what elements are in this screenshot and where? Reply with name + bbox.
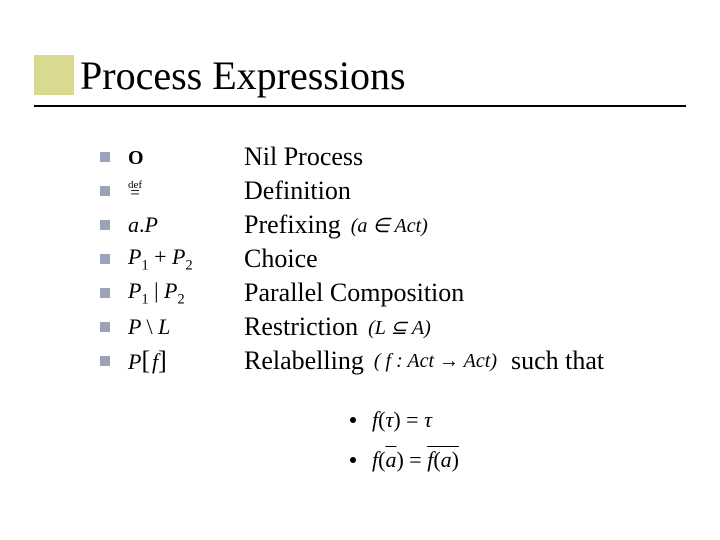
slide-title: Process Expressions [80,54,680,98]
expression: P[ f] [128,348,244,374]
annotation: ( f : Act → Act) [374,350,497,373]
expression: P1 | P2 [128,280,244,307]
slide: Process Expressions ONil Processdef=Defi… [0,0,720,540]
list-item: P1 + P2Choice [100,242,690,276]
list-item: P1 | P2Parallel Composition [100,276,690,310]
description: Relabelling [244,346,364,376]
expression: O [128,146,244,168]
annotation: (L ⊆ A) [368,315,431,340]
description: Restriction [244,312,358,342]
description: Parallel Composition [244,278,464,308]
square-bullet-icon [100,288,110,298]
square-bullet-icon [100,254,110,264]
description: Prefixing [244,210,341,240]
square-bullet-icon [100,356,110,366]
expression: P1 + P2 [128,246,244,273]
title-area: Process Expressions [80,54,680,98]
expression: def= [128,180,244,202]
square-bullet-icon [100,186,110,196]
description: Definition [244,176,351,206]
square-bullet-icon [100,220,110,230]
slide-body: ONil Processdef=Definitiona.PPrefixing(a… [100,140,690,378]
square-bullet-icon [100,322,110,332]
expression: a.P [128,214,244,236]
list-item: ONil Process [100,140,690,174]
list-item: def=Definition [100,174,690,208]
horizontal-rule [34,105,686,107]
bullet-dot-icon [350,417,356,423]
condition-formula: f(a) = f(a) [372,447,459,473]
condition-row: f(a) = f(a) [350,440,459,480]
condition-row: f(τ) = τ [350,400,459,440]
square-bullet-icon [100,152,110,162]
accent-box [34,55,74,95]
expression: P \ L [128,316,244,338]
description: Choice [244,244,318,274]
list-item: P[ f]Relabelling ( f : Act → Act) such tha… [100,344,690,378]
description: Nil Process [244,142,363,172]
list-item: P \ LRestriction (L ⊆ A) [100,310,690,344]
list-item: a.PPrefixing (a ∈ Act) [100,208,690,242]
annotation: (a ∈ Act) [351,213,428,238]
conditions-block: f(τ) = τ f(a) = f(a) [350,400,459,480]
bullet-dot-icon [350,457,356,463]
condition-formula: f(τ) = τ [372,407,432,433]
suffix-text: such that [511,346,604,376]
